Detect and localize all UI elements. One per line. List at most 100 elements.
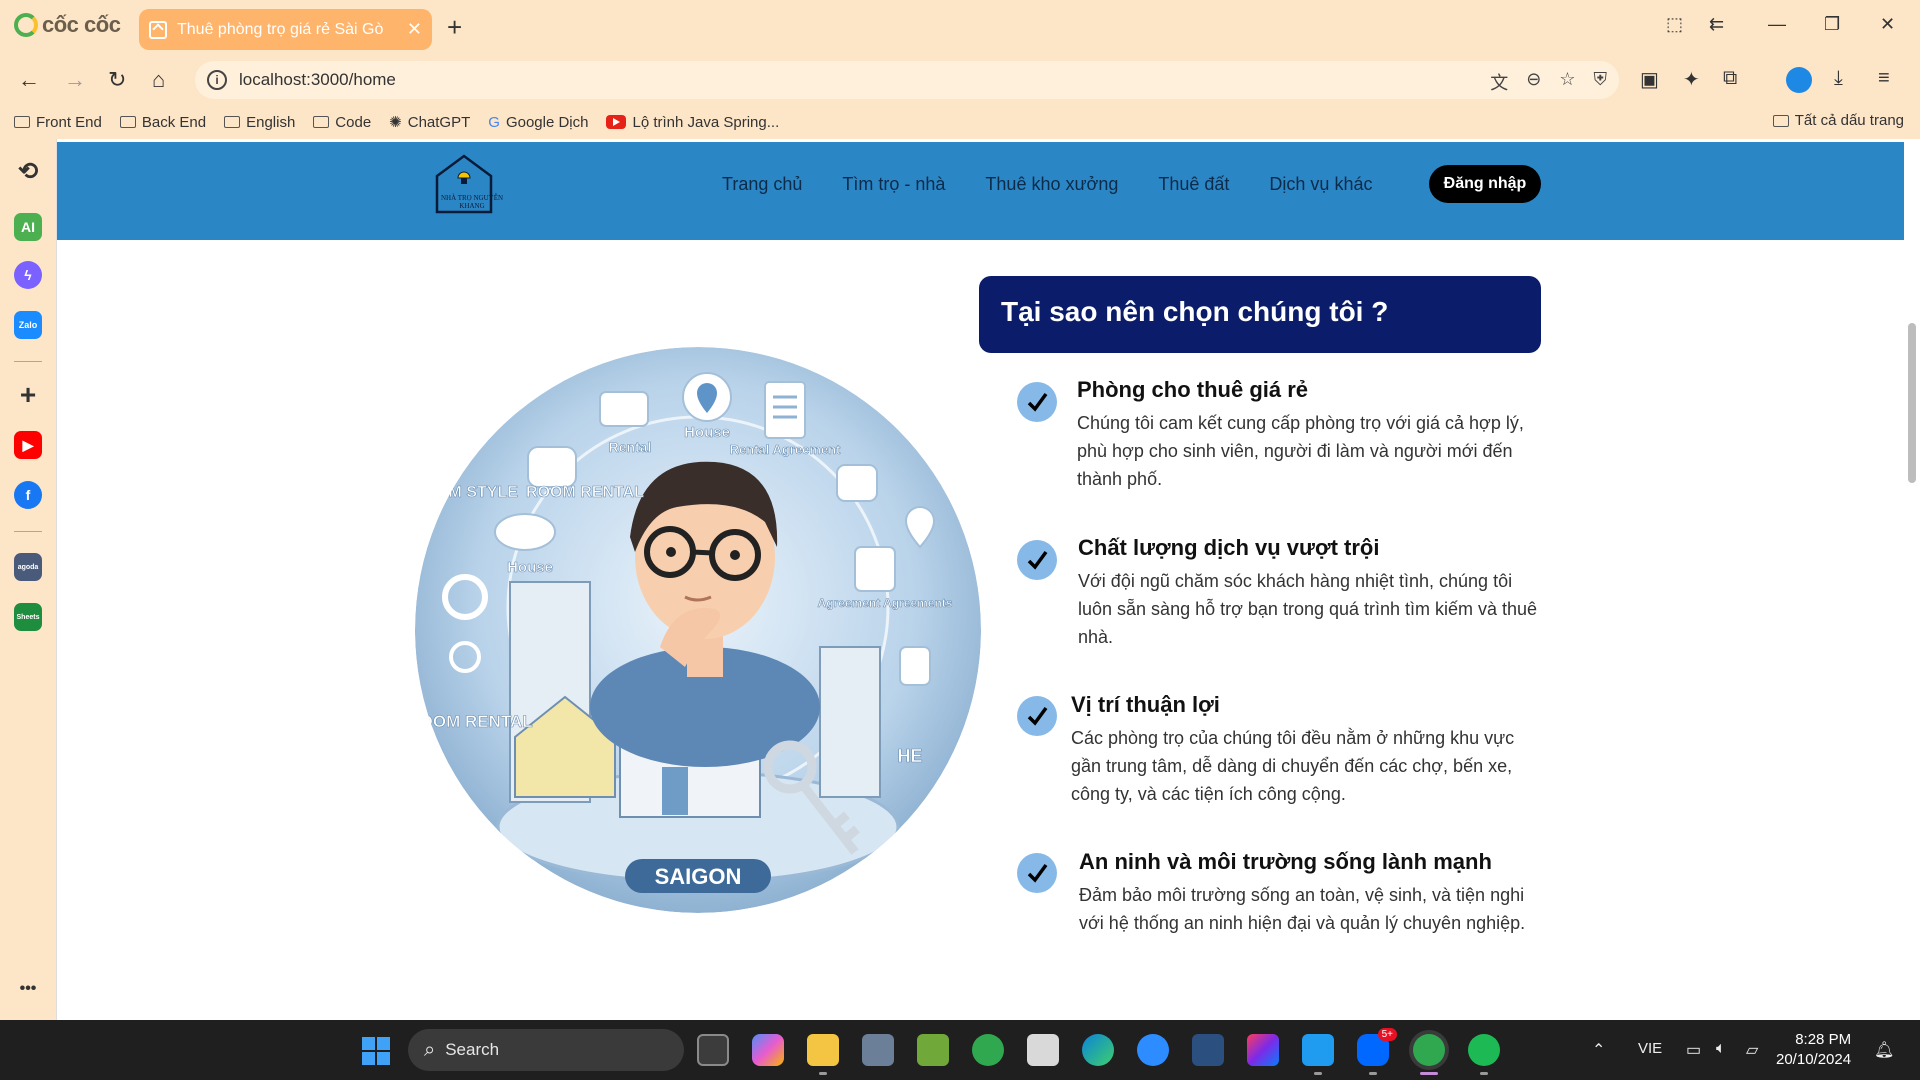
coccoc-active-icon[interactable] (1413, 1034, 1445, 1066)
edge-icon[interactable] (1082, 1034, 1114, 1066)
menu-icon[interactable]: ≡ (1878, 67, 1890, 90)
bookmark-code[interactable]: Code (313, 114, 371, 131)
back-button[interactable]: ← (18, 67, 40, 93)
site-info-icon[interactable]: i (207, 70, 227, 90)
active-tab[interactable]: Thuê phòng trọ giá rẻ Sài Gò ✕ (139, 9, 432, 50)
coccoc-taskbar-icon[interactable] (972, 1034, 1004, 1066)
close-window-button[interactable]: ✕ (1880, 14, 1895, 35)
facebook-icon[interactable]: f (14, 481, 42, 509)
chatgpt-icon: ✺ (389, 114, 402, 131)
youtube-icon (606, 115, 627, 129)
agoda-icon-label: agoda (17, 563, 39, 571)
hero-label-house-2: House (507, 559, 553, 576)
bookmark-google-translate[interactable]: G Google Dịch (488, 114, 588, 131)
file-explorer-icon[interactable] (807, 1034, 839, 1066)
agoda-icon[interactable]: agoda (14, 553, 42, 581)
browser-brand[interactable]: cốc cốc (14, 12, 121, 38)
bookmark-chatgpt[interactable]: ✺ ChatGPT (389, 113, 471, 132)
translate-icon[interactable]: 文 (1490, 69, 1508, 95)
back-arrow-menu-icon[interactable]: ⇇ (1709, 14, 1724, 35)
volume-icon[interactable]: 🔈︎ (1716, 1040, 1726, 1058)
hero-label-rental-agreement: Rental Agreement (730, 442, 841, 457)
running-indicator (1314, 1072, 1322, 1075)
add-sidebar-app-icon[interactable]: + (14, 379, 42, 410)
battery-icon[interactable]: ▱ (1746, 1040, 1758, 1060)
extensions-puzzle-icon[interactable]: ⧉ (1723, 67, 1737, 90)
hero-label-room-style: ROOM STYLE (415, 484, 518, 501)
intellij-icon[interactable] (1247, 1034, 1279, 1066)
menu-item-home[interactable]: Trang chủ (722, 174, 802, 195)
folder-icon (1772, 114, 1789, 127)
download-icon[interactable]: ⤓ (1834, 67, 1843, 90)
feature-description: Với đội ngũ chăm sóc khách hàng nhiệt tì… (1078, 571, 1538, 647)
search-icon: ⌕ (424, 1038, 436, 1061)
menu-item-warehouse[interactable]: Thuê kho xưởng (985, 174, 1118, 195)
menu-item-land[interactable]: Thuê đất (1158, 174, 1229, 195)
menu-item-other-services[interactable]: Dịch vụ khác (1269, 174, 1372, 195)
snipping-tool-icon[interactable] (862, 1034, 894, 1066)
vscode-icon[interactable] (1302, 1034, 1334, 1066)
start-button[interactable] (362, 1037, 390, 1065)
profile-avatar[interactable] (1786, 67, 1812, 93)
store-icon[interactable] (1027, 1034, 1059, 1066)
running-indicator (1480, 1072, 1488, 1075)
bookmark-star-icon[interactable]: ☆ (1559, 69, 1575, 95)
tray-overflow-icon[interactable]: ⌃ (1592, 1040, 1605, 1060)
scrollbar-thumb[interactable] (1908, 323, 1916, 483)
close-tab-icon[interactable]: ✕ (407, 19, 422, 40)
more-options-icon[interactable]: ••• (14, 975, 42, 1003)
bookmark-label: Google Dịch (505, 113, 589, 131)
network-icon[interactable]: ▭ (1686, 1040, 1701, 1060)
task-view-icon[interactable] (697, 1034, 729, 1066)
screenshot-icon[interactable]: ⬚ (1666, 14, 1683, 35)
sheets-icon[interactable]: Sheets (14, 603, 42, 631)
clock-date: 20/10/2024 (1776, 1051, 1852, 1068)
ai-sparkle-icon[interactable]: ✦ (1683, 67, 1700, 92)
new-tab-button[interactable]: + (447, 12, 462, 43)
system-clock[interactable]: 8:28 PM 20/10/2024 (1776, 1030, 1851, 1070)
feature-item: Vị trí thuận lợi Các phòng trọ của chúng… (1071, 692, 1541, 808)
forward-button[interactable]: → (64, 67, 86, 93)
url-text[interactable]: localhost:3000/home (239, 70, 396, 90)
spotify-icon[interactable] (1468, 1034, 1500, 1066)
home-button[interactable]: ⌂ (152, 67, 165, 93)
zalo-icon[interactable]: Zalo (14, 311, 42, 339)
shield-icon[interactable]: ⛨ (1594, 69, 1608, 95)
address-bar[interactable]: i localhost:3000/home 文 ⊖ ☆ ⛨ (195, 61, 1619, 99)
copilot-icon[interactable] (752, 1034, 784, 1066)
vm-app-icon[interactable] (1192, 1034, 1224, 1066)
bookmark-english[interactable]: English (224, 114, 295, 131)
zoom-icon[interactable] (1137, 1034, 1169, 1066)
minimize-window-button[interactable]: — (1768, 14, 1786, 35)
bookmark-label: ChatGPT (407, 113, 471, 131)
feature-title: Vị trí thuận lợi (1071, 692, 1220, 717)
feature-item: Chất lượng dịch vụ vượt trội Với đội ngũ… (1078, 535, 1548, 651)
folder-icon (313, 116, 330, 128)
taskbar-search[interactable]: ⌕ Search (408, 1029, 684, 1071)
site-logo[interactable]: NHÀ TRỌ NGUYỄN KHANG (429, 148, 509, 218)
bookmark-front-end[interactable]: Front End (14, 114, 102, 131)
browser-brand-label: cốc cốc (42, 12, 121, 37)
youtube-sidebar-icon[interactable]: ▶ (14, 431, 42, 459)
language-indicator[interactable]: VIE (1638, 1040, 1662, 1057)
bookmark-label: Lộ trình Java Spring... (632, 113, 780, 131)
extension-translate-icon[interactable]: ▣ (1640, 67, 1659, 92)
bookmark-back-end[interactable]: Back End (119, 114, 206, 131)
feature-description: Đảm bảo môi trường sống an toàn, vệ sinh… (1079, 885, 1526, 933)
zalo-taskbar-icon[interactable]: 5+ (1357, 1028, 1397, 1066)
active-indicator (1420, 1072, 1438, 1075)
reload-button[interactable]: ↻ (108, 67, 126, 93)
all-bookmarks[interactable]: Tất cả dấu trang (1772, 112, 1904, 129)
menu-item-find-room[interactable]: Tìm trọ - nhà (842, 174, 945, 195)
notification-bell-icon[interactable]: 🔔︎ (1874, 1040, 1894, 1060)
messenger-icon[interactable]: ϟ (14, 261, 42, 289)
zoom-out-icon[interactable]: ⊖ (1526, 69, 1541, 95)
bookmark-java-spring[interactable]: Lộ trình Java Spring... (606, 114, 779, 131)
feature-description: Các phòng trọ của chúng tôi đều nằm ở nh… (1071, 728, 1515, 804)
restore-window-button[interactable]: ❐ (1824, 14, 1840, 35)
ai-assistant-icon[interactable]: AI (14, 213, 42, 241)
minecraft-icon[interactable] (917, 1034, 949, 1066)
login-button[interactable]: Đăng nhập (1429, 165, 1541, 203)
page-scrollbar[interactable] (1904, 139, 1920, 1020)
history-icon[interactable]: ⟲ (14, 157, 42, 185)
